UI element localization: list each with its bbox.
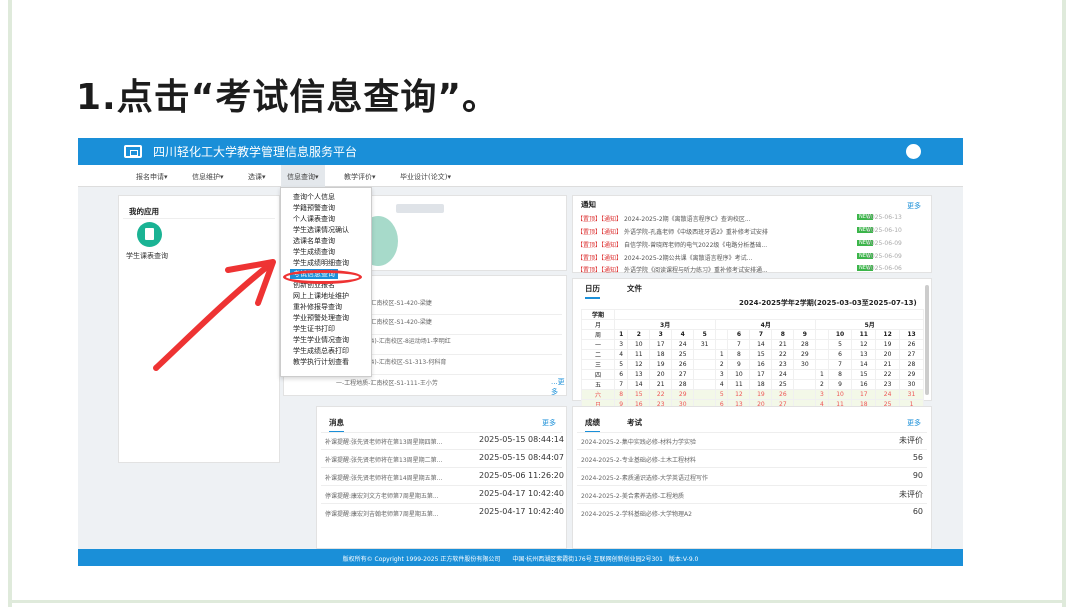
- slide-border-right: [1062, 0, 1066, 607]
- screenshot: 四川轻化工大学教学管理信息服务平台 报名申请▾ 信息维护▾ 选课▾ 信息查询▾ …: [78, 138, 963, 566]
- footer: 版权所有© Copyright 1999-2025 正方软件股份有限公司 中国·…: [78, 549, 963, 566]
- slide-border-bottom: [8, 600, 1066, 603]
- slide-heading: 1.点击“考试信息查询”。: [76, 77, 500, 118]
- annotation-arrow-icon: [153, 259, 276, 371]
- slide-border-left: [8, 0, 12, 607]
